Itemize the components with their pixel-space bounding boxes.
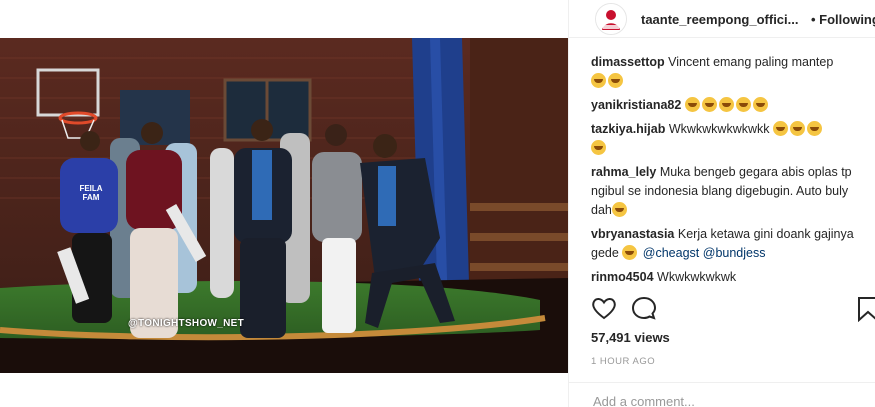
post-media: @TONIGHTSHOW_NET FEILA FAM — [0, 0, 568, 407]
comment-username[interactable]: dimassettop — [591, 55, 665, 69]
shirt-print: FEILA FAM — [79, 184, 103, 202]
video-player[interactable]: @TONIGHTSHOW_NET FEILA FAM — [0, 38, 568, 373]
comment-item: vbryanastasia Kerja ketawa gini doank ga… — [591, 225, 871, 263]
face-with-tears-of-joy-icon — [718, 97, 734, 112]
face-with-tears-of-joy-icon — [735, 97, 751, 112]
view-count[interactable]: 57,491 views — [591, 330, 670, 345]
comment-bubble-icon[interactable] — [631, 296, 657, 325]
comment-username[interactable]: rahma_lely — [591, 165, 656, 179]
face-with-tears-of-joy-icon — [701, 97, 717, 112]
avatar[interactable] — [595, 3, 627, 35]
comment-item: yanikristiana82 — [591, 96, 871, 115]
comment-text: Wkwkwkwkwkwkk — [668, 122, 770, 136]
video-frame — [0, 38, 568, 373]
face-with-tears-of-joy-icon — [790, 121, 805, 136]
comment-item: rinmo4504 Wkwkwkwkwk — [591, 268, 871, 281]
face-with-tears-of-joy-icon — [807, 121, 822, 136]
mention-link[interactable]: @bundjess — [703, 246, 766, 260]
profile-logo-icon — [596, 4, 626, 34]
comment-list: dimassettop Vincent emang paling mantep … — [591, 53, 871, 281]
comment-username[interactable]: yanikristiana82 — [591, 98, 681, 112]
comment-item: dimassettop Vincent emang paling mantep — [591, 53, 871, 91]
following-button[interactable]: • Following — [811, 12, 875, 27]
comment-text: Vincent emang paling mantep — [668, 55, 834, 69]
face-with-tears-of-joy-icon — [752, 97, 768, 112]
post-timestamp: 1 HOUR AGO — [591, 356, 656, 367]
rolling-on-floor-laughing-icon — [622, 245, 638, 260]
bookmark-icon[interactable] — [857, 296, 875, 327]
video-watermark: @TONIGHTSHOW_NET — [128, 318, 245, 329]
post-sidebar: taante_reempong_offici... • Following di… — [568, 0, 875, 407]
post-username[interactable]: taante_reempong_offici... — [641, 12, 806, 27]
comment-input[interactable] — [591, 393, 845, 407]
face-with-tears-of-joy-icon — [591, 140, 606, 155]
face-with-tears-of-joy-icon — [591, 73, 606, 88]
heart-icon[interactable] — [591, 296, 617, 325]
face-with-tears-of-joy-icon — [773, 121, 788, 136]
face-with-tears-of-joy-icon — [608, 73, 623, 88]
comment-item: tazkiya.hijab Wkwkwkwkwkwkk — [591, 120, 871, 158]
comment-text: Wkwkwkwkwk — [657, 270, 737, 281]
face-with-tears-of-joy-icon — [611, 202, 627, 217]
face-with-tears-of-joy-icon — [684, 97, 700, 112]
comment-item: rahma_lely Muka bengeb gegara abis oplas… — [591, 163, 871, 220]
comment-username[interactable]: vbryanastasia — [591, 227, 674, 241]
post-header: taante_reempong_offici... • Following — [569, 0, 875, 38]
add-comment-bar — [569, 382, 875, 407]
comment-username[interactable]: rinmo4504 — [591, 270, 654, 281]
mention-link[interactable]: @cheagst — [643, 246, 699, 260]
comment-username[interactable]: tazkiya.hijab — [591, 122, 665, 136]
